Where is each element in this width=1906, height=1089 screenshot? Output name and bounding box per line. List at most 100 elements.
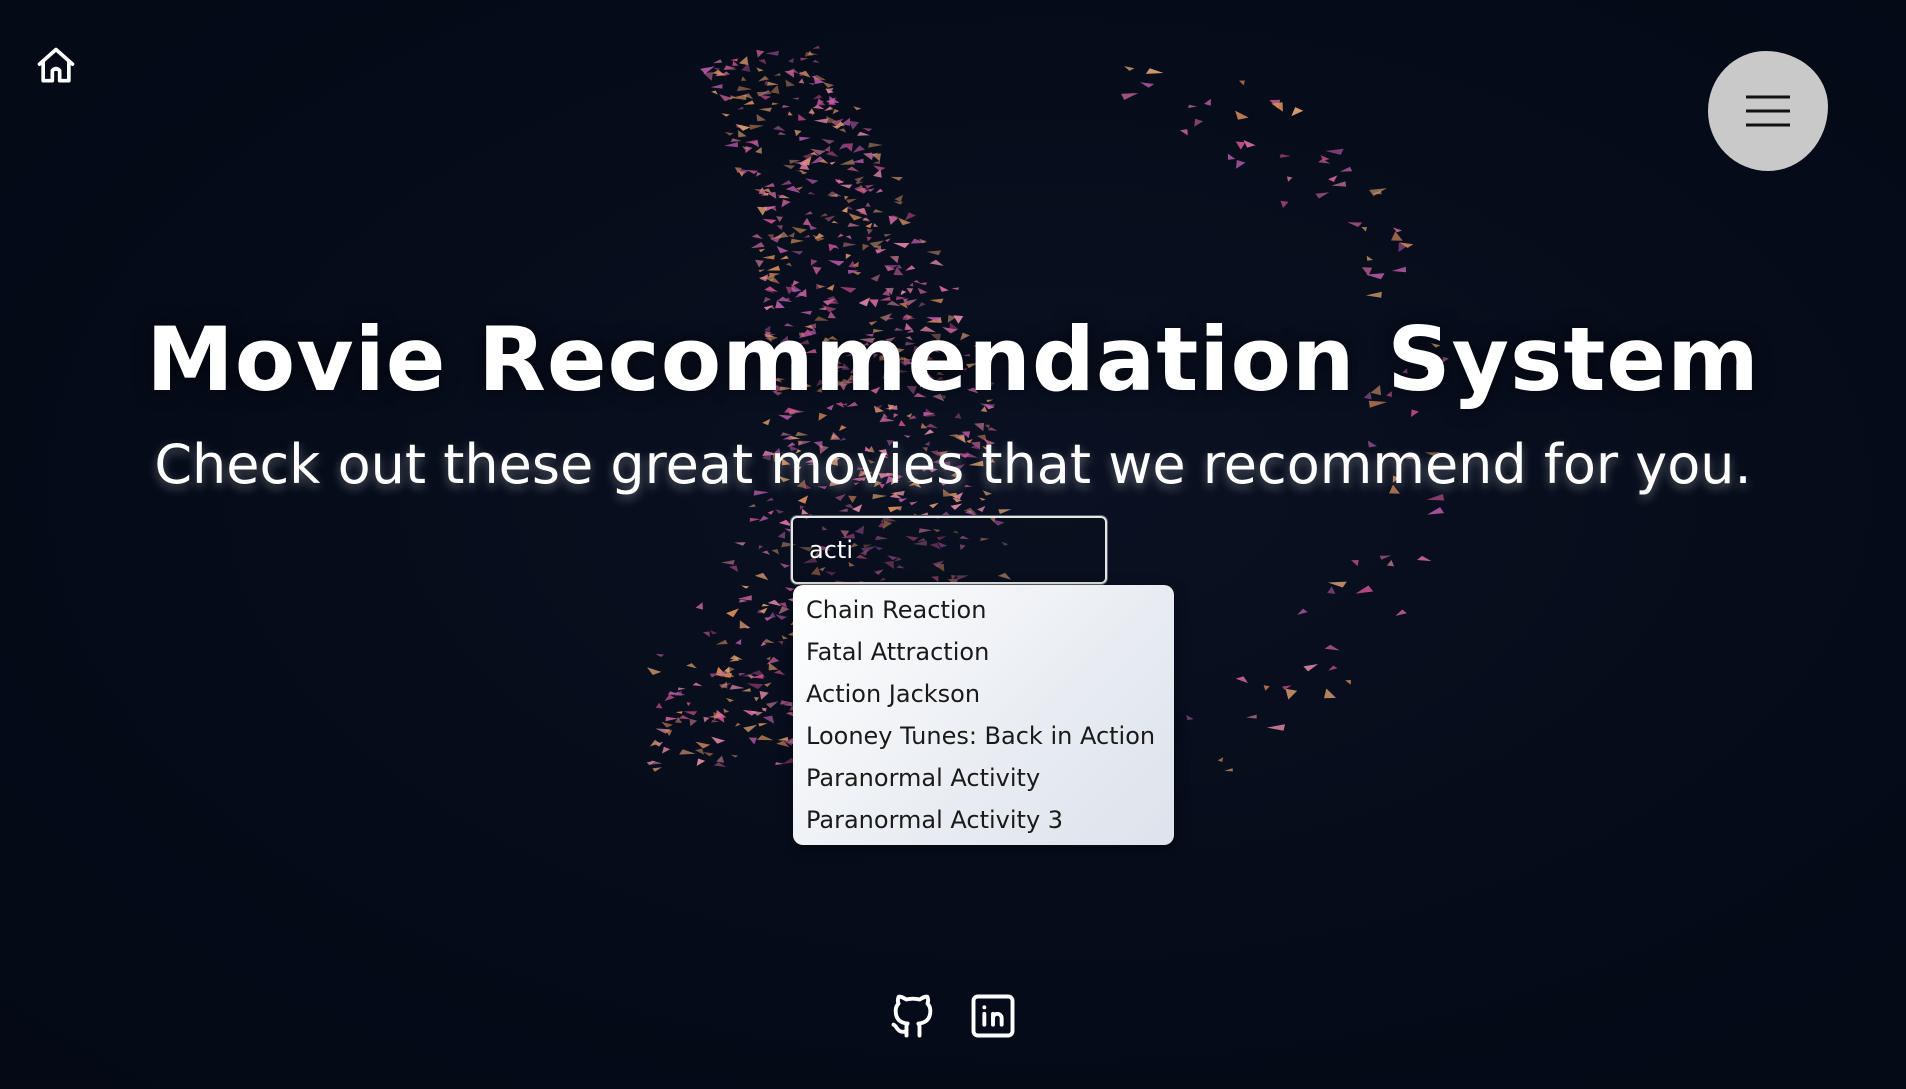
- particle: [1282, 685, 1292, 690]
- particle: [716, 716, 725, 723]
- particle: [862, 243, 870, 251]
- particle: [723, 65, 737, 70]
- particle: [773, 73, 781, 76]
- particle: [808, 83, 816, 86]
- particle: [862, 128, 873, 132]
- particle: [822, 82, 835, 88]
- suggestion-item[interactable]: Looney Tunes: Back in Action: [793, 715, 1174, 757]
- suggestion-item[interactable]: Paranormal Activity: [793, 757, 1174, 799]
- particle: [750, 710, 763, 716]
- particle: [741, 673, 753, 678]
- particle: [1224, 768, 1233, 772]
- particle: [695, 602, 703, 610]
- particle: [839, 286, 857, 293]
- particle: [724, 666, 730, 673]
- menu-button[interactable]: [1708, 51, 1828, 171]
- particle: [788, 57, 794, 63]
- particle: [757, 609, 762, 614]
- page-subtitle: Check out these great movies that we rec…: [154, 433, 1752, 496]
- particle: [692, 682, 703, 687]
- particle: [735, 124, 751, 131]
- particle: [1315, 192, 1330, 199]
- particle: [756, 91, 769, 97]
- particle: [655, 741, 664, 747]
- particle: [716, 755, 725, 763]
- movie-search-input[interactable]: [791, 516, 1107, 584]
- particle: [894, 194, 904, 202]
- particle: [708, 713, 723, 719]
- particle: [1417, 555, 1432, 562]
- particle: [812, 59, 821, 63]
- particle: [795, 291, 805, 298]
- particle: [755, 259, 764, 268]
- suggestion-item[interactable]: Chain Reaction: [793, 589, 1174, 631]
- particle: [857, 131, 870, 136]
- particle: [867, 188, 875, 192]
- particle: [677, 687, 686, 691]
- particle: [700, 66, 715, 74]
- particle: [720, 559, 735, 565]
- particle: [832, 245, 840, 249]
- particle: [792, 97, 799, 100]
- particle: [824, 215, 836, 222]
- particle: [785, 262, 792, 267]
- particle: [763, 188, 772, 194]
- particle: [785, 79, 795, 87]
- particle: [799, 71, 806, 76]
- particle: [824, 88, 834, 91]
- particle: [711, 736, 726, 744]
- particle: [1361, 227, 1367, 232]
- particle: [854, 185, 862, 191]
- particle: [782, 164, 796, 170]
- particle: [1235, 141, 1246, 150]
- particle: [854, 189, 869, 194]
- particle: [1236, 160, 1246, 169]
- particle: [791, 283, 802, 292]
- particle: [779, 255, 789, 260]
- particle: [703, 716, 710, 723]
- suggestion-item[interactable]: Paranormal Activity 3: [793, 799, 1174, 841]
- particle: [696, 758, 706, 766]
- particle: [1328, 665, 1338, 671]
- particle: [1320, 155, 1330, 161]
- particle: [846, 198, 858, 204]
- particle: [1339, 166, 1353, 172]
- particle: [762, 715, 775, 724]
- particle: [749, 124, 764, 130]
- github-link[interactable]: [887, 990, 939, 1042]
- particle: [1347, 222, 1363, 227]
- particle: [751, 670, 766, 678]
- particle: [759, 274, 769, 282]
- particle: [776, 225, 783, 231]
- particle: [1393, 227, 1403, 233]
- particle: [848, 213, 863, 221]
- suggestion-item[interactable]: Action Jackson: [793, 673, 1174, 715]
- particle: [872, 160, 881, 164]
- particle: [729, 655, 743, 660]
- suggestion-item[interactable]: Fatal Attraction: [793, 631, 1174, 673]
- home-link[interactable]: [28, 38, 84, 94]
- hero: Movie Recommendation System Check out th…: [0, 300, 1906, 510]
- particle: [661, 746, 671, 754]
- particle: [756, 206, 768, 216]
- particle: [734, 542, 746, 546]
- particle: [802, 152, 815, 161]
- particle: [823, 145, 831, 152]
- particle: [724, 142, 738, 148]
- particle: [736, 86, 753, 92]
- particle: [780, 180, 792, 186]
- particle: [1124, 66, 1135, 71]
- particle: [771, 549, 780, 555]
- particle: [735, 124, 744, 129]
- particle: [790, 287, 801, 293]
- particle: [742, 93, 753, 100]
- particle: [816, 98, 826, 106]
- particle: [713, 712, 722, 721]
- particle: [702, 72, 714, 81]
- particle: [1271, 102, 1283, 112]
- linkedin-link[interactable]: [967, 990, 1019, 1042]
- particle: [857, 184, 866, 192]
- particle: [1351, 559, 1359, 567]
- particle: [785, 185, 801, 193]
- particle: [745, 146, 753, 154]
